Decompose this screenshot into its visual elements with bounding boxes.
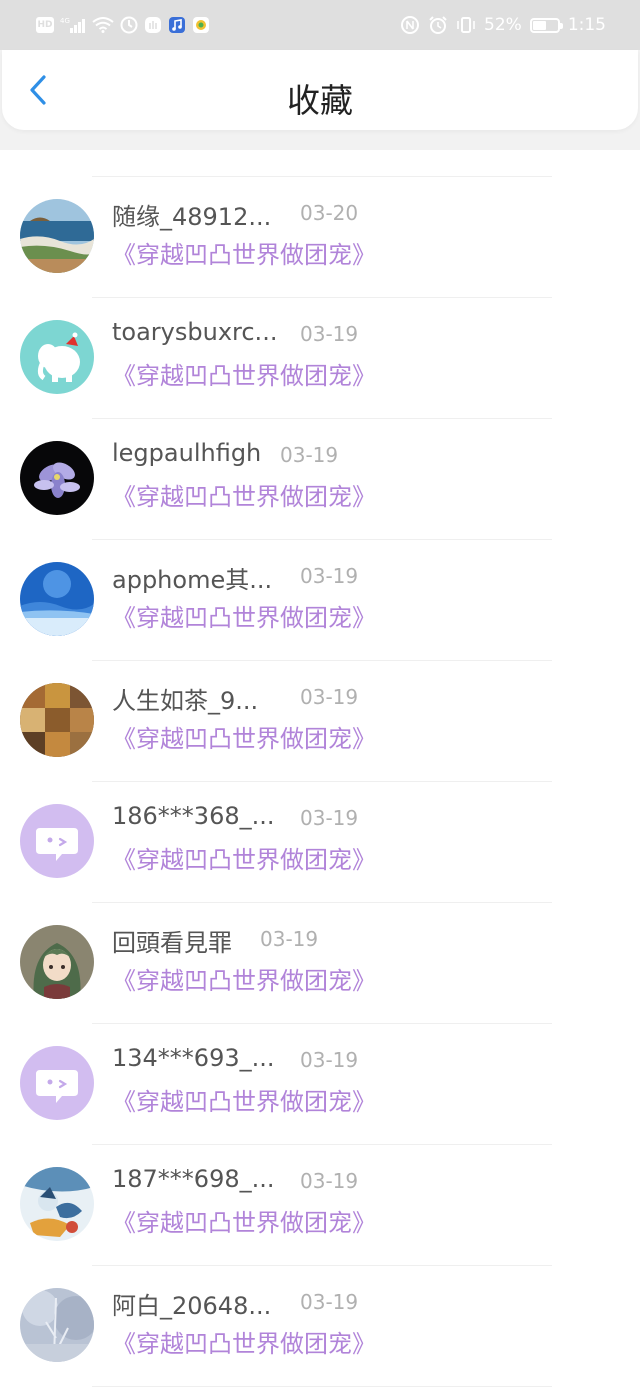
book-title-link[interactable]: 《穿越凹凸世界做团宠》	[112, 1082, 376, 1117]
book-title-link[interactable]: 《穿越凹凸世界做团宠》	[112, 356, 376, 391]
user-name[interactable]: 阿白_20648...	[112, 1286, 271, 1321]
user-name[interactable]: toarysbuxrc...	[112, 318, 277, 346]
book-title-link[interactable]: 《穿越凹凸世界做团宠》	[112, 1324, 376, 1359]
app-icon	[120, 16, 138, 34]
user-name[interactable]: 随缘_48912...	[112, 197, 271, 232]
battery-icon	[529, 17, 563, 33]
status-bar: HD 4G 52% 1:15	[0, 0, 640, 50]
list-item[interactable]: 134***693_... 03-19 《穿越凹凸世界做团宠》	[0, 1024, 640, 1145]
book-title-link[interactable]: 《穿越凹凸世界做团宠》	[112, 719, 376, 754]
alarm-icon	[428, 15, 448, 35]
list-item-partial[interactable]	[0, 150, 640, 177]
avatar-elephant[interactable]	[20, 320, 94, 394]
avatar-blue-landscape[interactable]	[20, 562, 94, 636]
book-title-link[interactable]: 《穿越凹凸世界做团宠》	[112, 1203, 376, 1238]
status-left-icons: HD 4G	[36, 0, 210, 50]
user-name[interactable]: 人生如茶_9...	[112, 681, 258, 716]
svg-text:4G: 4G	[60, 17, 70, 25]
book-title-link[interactable]: 《穿越凹凸世界做团宠》	[112, 598, 376, 633]
hand-icon	[144, 16, 162, 34]
nfc-icon	[400, 15, 420, 35]
battery-percent: 52%	[484, 15, 522, 35]
avatar-frost[interactable]	[20, 1288, 94, 1362]
avatar-anime-girl[interactable]	[20, 925, 94, 999]
music-icon	[168, 16, 186, 34]
4g-signal-icon: 4G	[60, 16, 86, 34]
list-item[interactable]: apphome其... 03-19 《穿越凹凸世界做团宠》	[0, 540, 640, 661]
list-item[interactable]: 186***368_... 03-19 《穿越凹凸世界做团宠》	[0, 782, 640, 903]
favorite-date: 03-19	[260, 927, 319, 951]
avatar-beach[interactable]	[20, 199, 94, 273]
favorite-date: 03-19	[300, 1048, 359, 1072]
list-item[interactable]: 随缘_48912... 03-20 《穿越凹凸世界做团宠》	[0, 177, 640, 298]
list-item[interactable]: 阿白_20648... 03-19 《穿越凹凸世界做团宠》	[0, 1266, 640, 1387]
user-name[interactable]: legpaulhfigh	[112, 439, 261, 467]
favorites-list[interactable]: 随缘_48912... 03-20 《穿越凹凸世界做团宠》 toarysbuxr…	[0, 150, 640, 1387]
book-title-link[interactable]: 《穿越凹凸世界做团宠》	[112, 961, 376, 996]
avatar-illustration[interactable]	[20, 1167, 94, 1241]
status-right-icons: 52% 1:15	[400, 0, 606, 50]
favorite-date: 03-19	[280, 443, 339, 467]
favorite-date: 03-19	[300, 685, 359, 709]
page-title: 收藏	[287, 80, 353, 120]
favorite-date: 03-19	[300, 564, 359, 588]
book-title-link[interactable]: 《穿越凹凸世界做团宠》	[112, 840, 376, 875]
vibrate-icon	[456, 15, 476, 35]
book-title-link[interactable]: 《穿越凹凸世界做团宠》	[112, 235, 376, 270]
app-badge-icon	[192, 16, 210, 34]
favorite-date: 03-19	[300, 322, 359, 346]
avatar-food-collage[interactable]	[20, 683, 94, 757]
list-item[interactable]: legpaulhfigh 03-19 《穿越凹凸世界做团宠》	[0, 419, 640, 540]
user-name[interactable]: apphome其...	[112, 560, 272, 595]
header-area: 收藏	[0, 50, 640, 150]
book-title-link[interactable]: 《穿越凹凸世界做团宠》	[112, 477, 376, 512]
user-name[interactable]: 134***693_...	[112, 1044, 275, 1072]
default-chat-avatar[interactable]	[20, 1046, 94, 1120]
list-item[interactable]: 人生如茶_9... 03-19 《穿越凹凸世界做团宠》	[0, 661, 640, 782]
favorite-date: 03-19	[300, 1169, 359, 1193]
favorite-date: 03-19	[300, 1290, 359, 1314]
user-name[interactable]: 187***698_...	[112, 1165, 275, 1193]
list-item[interactable]: 187***698_... 03-19 《穿越凹凸世界做团宠》	[0, 1145, 640, 1266]
user-name[interactable]: 回頭看見罪	[112, 923, 232, 958]
clock: 1:15	[567, 15, 606, 35]
list-item[interactable]: 回頭看見罪 03-19 《穿越凹凸世界做团宠》	[0, 903, 640, 1024]
favorite-date: 03-19	[300, 806, 359, 830]
avatar-flower[interactable]	[20, 441, 94, 515]
user-name[interactable]: 186***368_...	[112, 802, 275, 830]
wifi-icon	[92, 17, 114, 33]
header-bar: 收藏	[2, 50, 638, 130]
hd-icon: HD	[36, 17, 54, 33]
favorite-date: 03-20	[300, 201, 359, 225]
list-item[interactable]: toarysbuxrc... 03-19 《穿越凹凸世界做团宠》	[0, 298, 640, 419]
default-chat-avatar[interactable]	[20, 804, 94, 878]
